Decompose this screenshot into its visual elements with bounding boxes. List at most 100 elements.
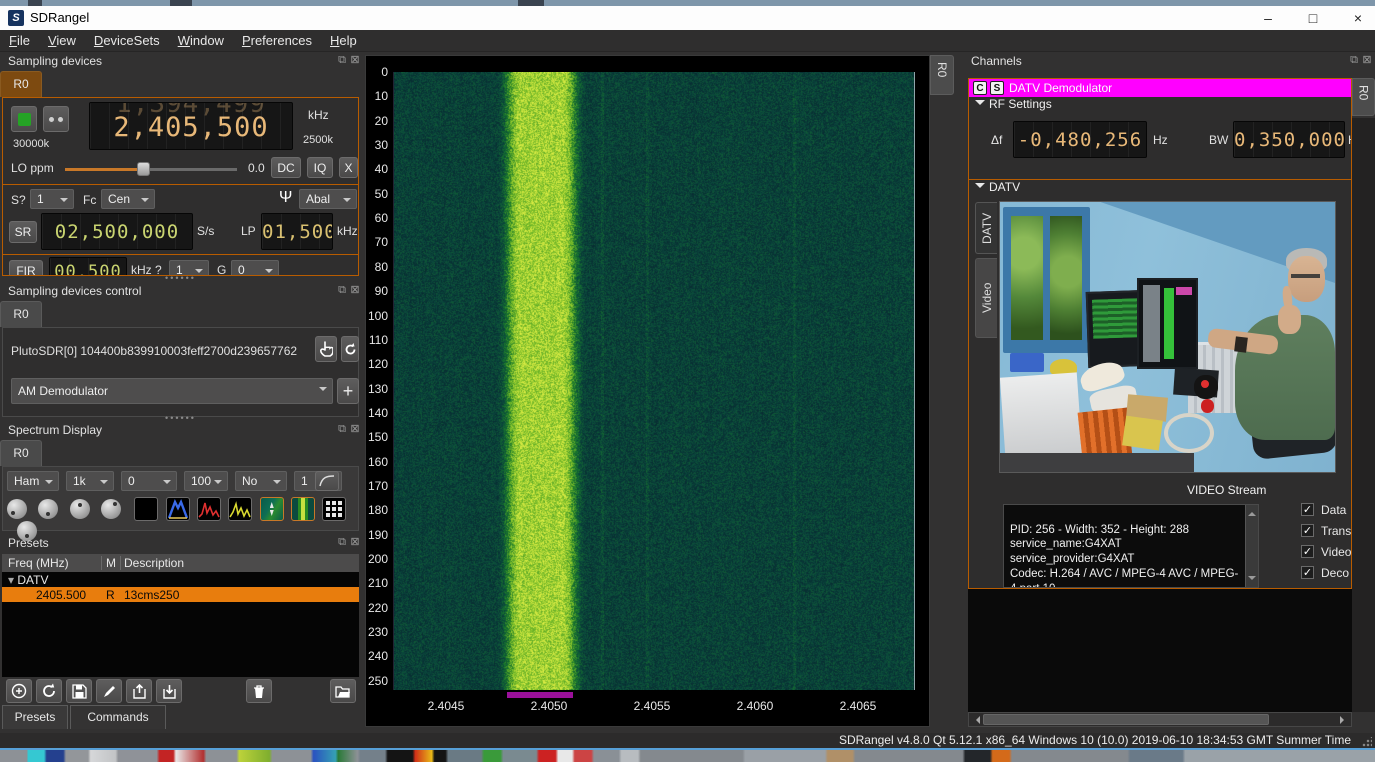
spectrum-yellow-button[interactable] xyxy=(228,497,252,521)
scroll-down-icon[interactable] xyxy=(1248,576,1256,584)
preset-new-button[interactable] xyxy=(6,679,32,703)
record-button[interactable] xyxy=(43,106,69,132)
close-dock-icon[interactable]: ⊠ xyxy=(349,423,361,435)
preset-export-button[interactable] xyxy=(126,679,152,703)
tree-expander-icon[interactable]: ▾ xyxy=(8,573,17,587)
checkmark-icon[interactable]: ✓ xyxy=(1301,545,1314,558)
s-combo[interactable]: 1 xyxy=(30,189,74,209)
spectrum-combo-4[interactable]: No xyxy=(235,471,287,491)
column-freq[interactable]: Freq (MHz) xyxy=(8,556,69,570)
blank-display-button[interactable] xyxy=(134,497,158,521)
menu-item-view[interactable]: View xyxy=(39,30,85,51)
preset-import-button[interactable] xyxy=(156,679,182,703)
spectrum-combo-0[interactable]: Ham xyxy=(7,471,59,491)
grid-button[interactable] xyxy=(322,497,346,521)
close-dock-icon[interactable]: ⊠ xyxy=(349,536,361,548)
knob-dial[interactable] xyxy=(38,499,58,519)
iq-button[interactable]: IQ xyxy=(307,157,333,178)
gain-combo[interactable]: 0 xyxy=(231,260,279,276)
device-reload-button[interactable] xyxy=(341,336,359,362)
device-tab-r0[interactable]: R0 xyxy=(0,71,42,97)
channel-c-button[interactable]: C xyxy=(973,81,987,95)
menu-item-devicesets[interactable]: DeviceSets xyxy=(85,30,169,51)
float-dock-icon[interactable]: ⧉ xyxy=(336,423,348,435)
antenna-combo[interactable]: Abal xyxy=(299,189,357,209)
start-stop-button[interactable] xyxy=(11,106,37,132)
spectrum-combo-3[interactable]: 100 xyxy=(184,471,228,491)
dock-splitter[interactable]: •••••• xyxy=(2,277,359,281)
bw-dial[interactable]: 0,350,000 0,350,000 xyxy=(1233,121,1345,158)
sample-rate-dial[interactable]: 02,500,000 02,500,000 xyxy=(41,213,193,250)
rf-settings-header[interactable]: RF Settings xyxy=(969,97,1351,114)
knob-dial[interactable] xyxy=(101,499,121,519)
checkmark-icon[interactable]: ✓ xyxy=(1301,524,1314,537)
channel-titlebar[interactable]: C S DATV Demodulator xyxy=(969,79,1351,97)
preset-edit-button[interactable] xyxy=(96,679,122,703)
float-dock-icon[interactable]: ⧉ xyxy=(336,536,348,548)
close-dock-icon[interactable]: ⊠ xyxy=(349,284,361,296)
float-dock-icon[interactable]: ⧉ xyxy=(336,54,348,66)
dc-button[interactable]: DC xyxy=(271,157,301,178)
spectrum-combo-2[interactable]: 0 xyxy=(121,471,177,491)
close-button[interactable]: × xyxy=(1341,6,1375,30)
maximize-button[interactable]: □ xyxy=(1296,6,1330,30)
stream-scrollbar[interactable] xyxy=(1245,505,1258,587)
channels-tab-r0[interactable]: R0 xyxy=(1352,78,1375,116)
spectrum-blue-button[interactable] xyxy=(166,497,190,521)
waterfall-plot[interactable] xyxy=(393,72,915,690)
delta-f-dial[interactable]: -0,480,256 -0,480,256 xyxy=(1013,121,1147,158)
float-dock-icon[interactable]: ⧉ xyxy=(336,284,348,296)
minimize-button[interactable]: – xyxy=(1251,6,1285,30)
waterfall-green-button[interactable] xyxy=(291,497,315,521)
waterfall-mode-button[interactable] xyxy=(260,497,284,521)
preset-row-selected[interactable]: 2405.500 R 13cms250 xyxy=(2,587,359,602)
preset-delete-button[interactable] xyxy=(246,679,272,703)
checkmark-icon[interactable]: ✓ xyxy=(1301,503,1314,516)
spectrum-red-button[interactable] xyxy=(197,497,221,521)
menu-item-file[interactable]: File xyxy=(0,30,39,51)
resize-grip[interactable] xyxy=(1362,737,1372,747)
checkbox-video[interactable]: ✓Video xyxy=(1301,544,1352,560)
spectrum-tab-r0[interactable]: R0 xyxy=(0,440,42,466)
close-dock-icon[interactable]: ⊠ xyxy=(349,54,361,66)
checkmark-icon[interactable]: ✓ xyxy=(1301,566,1314,579)
checkbox-deco[interactable]: ✓Deco xyxy=(1301,565,1352,581)
checkbox-trans[interactable]: ✓Trans xyxy=(1301,523,1352,539)
x-button[interactable]: X xyxy=(339,157,358,178)
datv-side-tab[interactable]: DATV xyxy=(975,202,997,254)
checkbox-data[interactable]: ✓Data xyxy=(1301,502,1352,518)
fc-combo[interactable]: Cen xyxy=(101,189,155,209)
presets-bottom-tab[interactable]: Presets xyxy=(2,705,68,729)
curve-button[interactable] xyxy=(315,471,339,491)
control-tab-r0[interactable]: R0 xyxy=(0,301,42,327)
device-select-button[interactable] xyxy=(315,336,337,362)
scroll-up-icon[interactable] xyxy=(1248,508,1256,516)
preset-group-row[interactable]: ▾ DATV xyxy=(8,573,48,587)
lo-ppm-slider[interactable] xyxy=(65,168,237,171)
channel-s-button[interactable]: S xyxy=(990,81,1004,95)
video-side-tab[interactable]: Video xyxy=(975,258,997,338)
scroll-left-icon[interactable] xyxy=(972,716,980,724)
knob-dial[interactable] xyxy=(7,499,27,519)
scroll-right-icon[interactable] xyxy=(1340,716,1348,724)
column-description[interactable]: Description xyxy=(124,556,184,570)
close-dock-icon[interactable]: ⊠ xyxy=(1361,54,1373,66)
sr-button[interactable]: SR xyxy=(9,221,37,243)
slider-handle[interactable] xyxy=(137,162,150,176)
fir-dial[interactable]: 00,500 xyxy=(49,257,127,276)
menu-item-window[interactable]: Window xyxy=(169,30,233,51)
menu-item-help[interactable]: Help xyxy=(321,30,366,51)
preset-load-file-button[interactable] xyxy=(330,679,356,703)
add-channel-button[interactable]: + xyxy=(337,378,359,404)
preset-save-button[interactable] xyxy=(66,679,92,703)
channel-marker[interactable] xyxy=(507,692,573,698)
center-frequency-dial[interactable]: 1,394,499 2,405,500 3,516,611 xyxy=(89,102,293,150)
stream-info-box[interactable]: PID: 256 - Width: 352 - Height: 288 serv… xyxy=(1003,504,1259,588)
fir-button[interactable]: FIR xyxy=(9,260,43,276)
datv-section-header[interactable]: DATV xyxy=(969,179,1351,196)
commands-bottom-tab[interactable]: Commands xyxy=(70,705,166,729)
preset-update-button[interactable] xyxy=(36,679,62,703)
scrollbar-thumb[interactable] xyxy=(983,714,1269,725)
knob-dial[interactable] xyxy=(70,499,90,519)
float-dock-icon[interactable]: ⧉ xyxy=(1348,54,1360,66)
